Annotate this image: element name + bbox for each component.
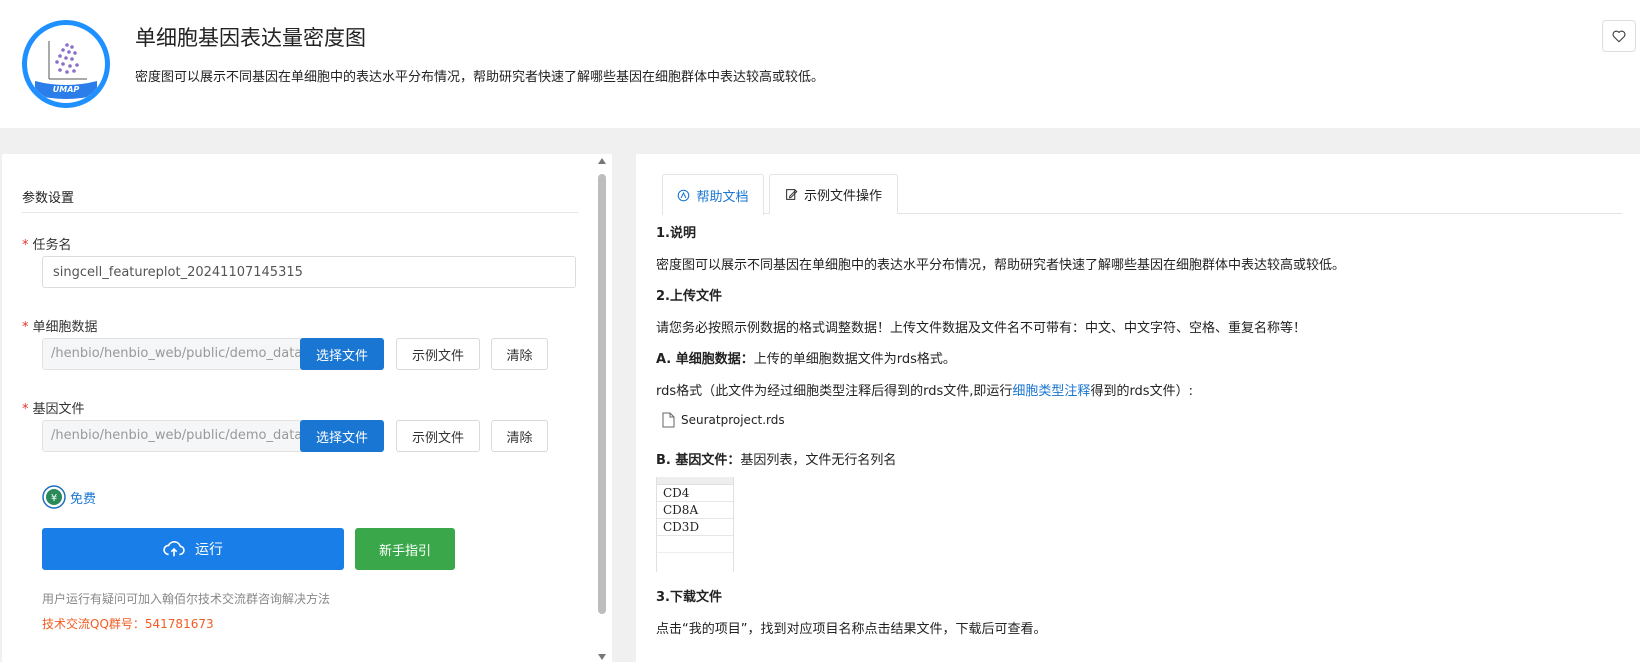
gene-table-row: CD8A bbox=[657, 502, 734, 519]
section-divider bbox=[22, 212, 578, 213]
tab-help-doc-label: 帮助文档 bbox=[696, 189, 749, 205]
single-cell-clear-button[interactable]: 清除 bbox=[491, 338, 548, 370]
doc-section-3-title: 3.下载文件 bbox=[656, 590, 722, 605]
favorite-button[interactable] bbox=[1602, 20, 1636, 52]
gene-table-row: CD3D bbox=[657, 519, 734, 536]
file-icon bbox=[662, 412, 675, 428]
svg-text:¥: ¥ bbox=[51, 493, 57, 504]
section-title: 参数设置 bbox=[22, 191, 75, 206]
doc-section-1-title: 1.说明 bbox=[656, 226, 696, 241]
gene-file-label-text: 基因文件 bbox=[32, 402, 85, 417]
rds-file-name: Seuratproject.rds bbox=[681, 413, 785, 427]
run-button[interactable]: 运行 bbox=[42, 528, 344, 570]
doc-section-b-text: 基因列表，文件无行名列名 bbox=[740, 453, 897, 468]
single-cell-example-button[interactable]: 示例文件 bbox=[396, 338, 480, 370]
tab-example-file[interactable]: 示例文件操作 bbox=[769, 174, 898, 214]
page-description: 密度图可以展示不同基因在单细胞中的表达水平分布情况，帮助研究者快速了解哪些基因在… bbox=[135, 70, 825, 85]
page-header: UMAP 单细胞基因表达量密度图 密度图可以展示不同基因在单细胞中的表达水平分布… bbox=[0, 0, 1640, 128]
help-panel: 帮助文档 示例文件操作 1.说明 密度图可以展示不同基因在单细胞中的表达水平分布… bbox=[636, 154, 1640, 662]
doc-section-2-title: 2.上传文件 bbox=[656, 289, 722, 304]
gene-table-empty-row bbox=[657, 536, 734, 553]
doc-rds-prefix: rds格式（此文件为经过细胞类型注释后得到的rds文件,即运行 bbox=[656, 384, 1013, 399]
free-text: 免费 bbox=[70, 491, 97, 507]
gene-file-choose-button[interactable]: 选择文件 bbox=[300, 420, 384, 452]
scroll-thumb[interactable] bbox=[598, 174, 606, 614]
coin-icon: ¥ bbox=[42, 485, 66, 509]
qq-group-note: 技术交流QQ群号：541781673 bbox=[42, 617, 214, 631]
single-cell-label: * 单细胞数据 bbox=[22, 316, 98, 335]
single-cell-choose-button[interactable]: 选择文件 bbox=[300, 338, 384, 370]
rds-file-item: Seuratproject.rds bbox=[662, 412, 785, 428]
doc-rds-suffix: 得到的rds文件）: bbox=[1090, 384, 1193, 399]
tab-bar: 帮助文档 示例文件操作 bbox=[662, 174, 1622, 215]
gene-example-table: CD4 CD8A CD3D bbox=[656, 477, 734, 572]
single-cell-label-text: 单细胞数据 bbox=[32, 320, 98, 335]
task-name-label: * 任务名 bbox=[22, 234, 72, 253]
cell-type-annotation-link[interactable]: 细胞类型注释 bbox=[1012, 384, 1090, 399]
doc-section-b-label: B. 基因文件： bbox=[656, 453, 741, 468]
page-title: 单细胞基因表达量密度图 bbox=[135, 26, 366, 50]
heart-icon bbox=[1612, 30, 1626, 42]
gene-table-row: CD4 bbox=[657, 485, 734, 502]
gene-table-header bbox=[657, 477, 734, 485]
gene-file-clear-button[interactable]: 清除 bbox=[491, 420, 548, 452]
tab-example-file-label: 示例文件操作 bbox=[803, 189, 882, 204]
free-badge: ¥ 免费 bbox=[42, 485, 96, 509]
doc-section-a-text: 上传的单细胞数据文件为rds格式。 bbox=[753, 352, 956, 367]
run-button-label: 运行 bbox=[195, 541, 223, 557]
umap-logo: UMAP bbox=[22, 20, 110, 108]
doc-section-1-text: 密度图可以展示不同基因在单细胞中的表达水平分布情况，帮助研究者快速了解哪些基因在… bbox=[656, 258, 1346, 273]
logo-text: UMAP bbox=[53, 85, 80, 94]
gene-file-label: * 基因文件 bbox=[22, 398, 85, 417]
scroll-down-icon[interactable] bbox=[598, 654, 606, 660]
required-mark: * bbox=[22, 320, 29, 335]
scroll-up-icon[interactable] bbox=[598, 158, 606, 164]
beginner-guide-button[interactable]: 新手指引 bbox=[355, 528, 455, 570]
doc-rds-note: rds格式（此文件为经过细胞类型注释后得到的rds文件,即运行细胞类型注释得到的… bbox=[656, 380, 1193, 399]
doc-section-a-label: A. 单细胞数据： bbox=[656, 352, 754, 367]
doc-section-2-text: 请您务必按照示例数据的格式调整数据！上传文件数据及文件名不可带有：中文、中文字符… bbox=[656, 321, 1307, 336]
doc-section-a: A. 单细胞数据：上传的单细胞数据文件为rds格式。 bbox=[656, 348, 956, 367]
doc-section-3-text: 点击“我的项目”，找到对应项目名称点击结果文件，下载后可查看。 bbox=[656, 622, 1047, 637]
doc-section-b: B. 基因文件：基因列表，文件无行名列名 bbox=[656, 449, 896, 468]
task-name-label-text: 任务名 bbox=[32, 238, 72, 253]
tab-help-doc[interactable]: 帮助文档 bbox=[662, 174, 764, 215]
task-name-input[interactable] bbox=[42, 256, 576, 288]
gene-file-path-input[interactable]: /henbio/henbio_web/public/demo_data bbox=[42, 420, 306, 452]
edit-doc-icon bbox=[786, 189, 798, 200]
cloud-upload-icon bbox=[163, 541, 185, 557]
required-mark: * bbox=[22, 238, 29, 253]
single-cell-path-input[interactable]: /henbio/henbio_web/public/demo_data bbox=[42, 338, 306, 370]
gene-file-example-button[interactable]: 示例文件 bbox=[396, 420, 480, 452]
left-panel-scrollbar[interactable] bbox=[596, 154, 608, 662]
help-note: 用户运行有疑问可加入翰佰尔技术交流群咨询解决方法 bbox=[42, 592, 331, 606]
required-mark: * bbox=[22, 402, 29, 417]
book-icon bbox=[678, 189, 690, 201]
parameter-panel: 参数设置 *任务名 *单细胞数据 /henbio/henbio_web/publ… bbox=[2, 154, 612, 662]
